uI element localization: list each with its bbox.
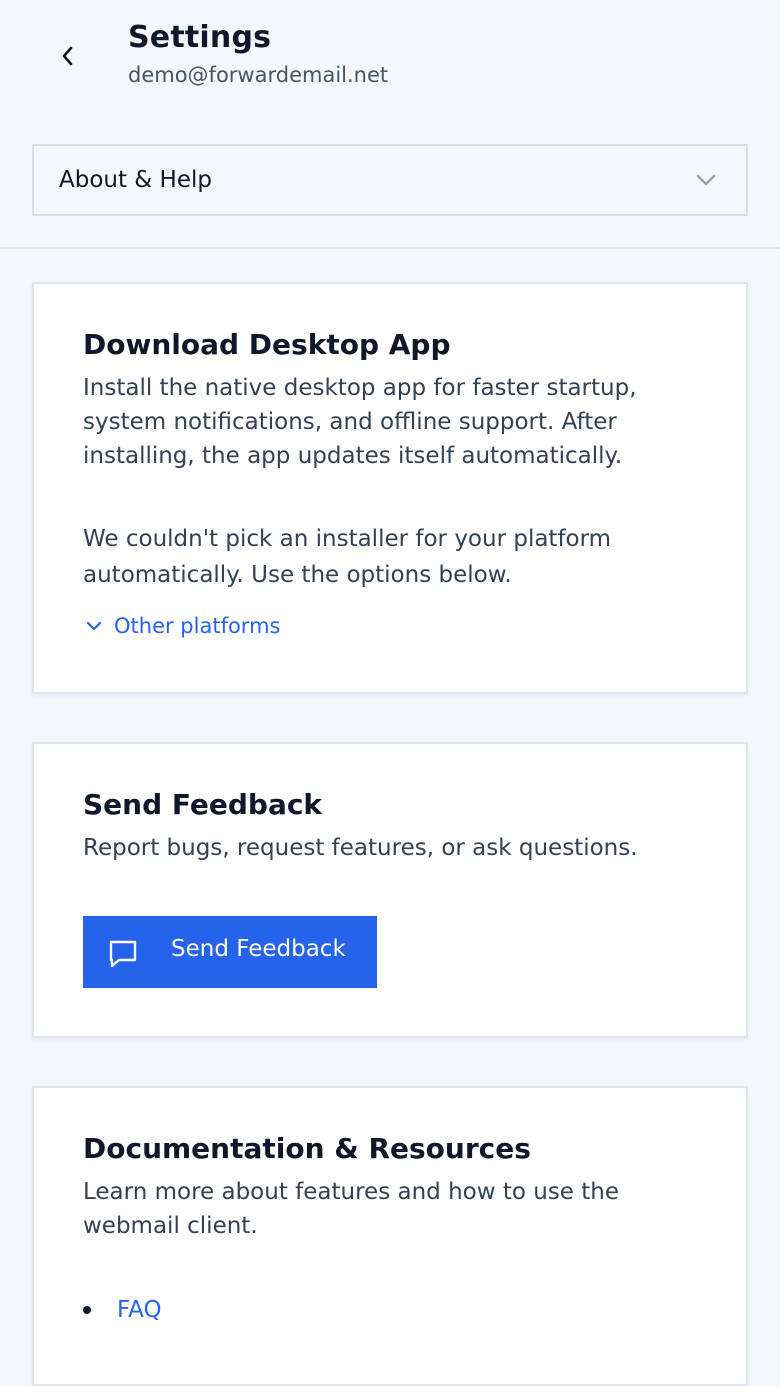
desktop-app-card: Download Desktop App Install the native … <box>32 282 748 694</box>
settings-section-select[interactable]: About & Help <box>32 144 748 216</box>
bullet <box>83 1306 91 1314</box>
feedback-title: Send Feedback <box>83 788 323 821</box>
back-button[interactable] <box>48 36 88 76</box>
platform-notice: We couldn't pick an installer for your p… <box>83 526 612 588</box>
other-platforms-label: Other platforms <box>114 614 281 638</box>
resource-list: FAQ <box>83 1293 162 1327</box>
section-select-value: About & Help <box>59 167 212 193</box>
docs-card: Documentation & Resources Learn more abo… <box>32 1086 748 1386</box>
feedback-description: Report bugs, request features, or ask qu… <box>83 835 638 861</box>
docs-title: Documentation & Resources <box>83 1132 531 1165</box>
chevron-down-icon <box>86 621 102 631</box>
page-title: Settings <box>128 20 272 55</box>
header-divider <box>0 247 780 249</box>
desktop-app-description: Install the native desktop app for faste… <box>83 375 637 469</box>
faq-link[interactable]: FAQ <box>117 1297 162 1323</box>
other-platforms-toggle[interactable]: Other platforms <box>84 614 280 638</box>
docs-description: Learn more about features and how to use… <box>83 1179 620 1239</box>
message-square-icon <box>109 940 137 968</box>
feedback-card: Send Feedback Report bugs, request featu… <box>32 742 748 1038</box>
send-feedback-label: Send Feedback <box>171 936 346 962</box>
chevron-down-icon <box>696 174 716 186</box>
chevron-left-icon <box>62 46 73 66</box>
desktop-app-title: Download Desktop App <box>83 328 451 361</box>
account-email: demo@forwardemail.net <box>128 63 389 87</box>
app-header: Settings demo@forwardemail.net <box>0 0 780 100</box>
send-feedback-button[interactable]: Send Feedback <box>83 916 377 988</box>
list-item: FAQ <box>83 1293 162 1327</box>
